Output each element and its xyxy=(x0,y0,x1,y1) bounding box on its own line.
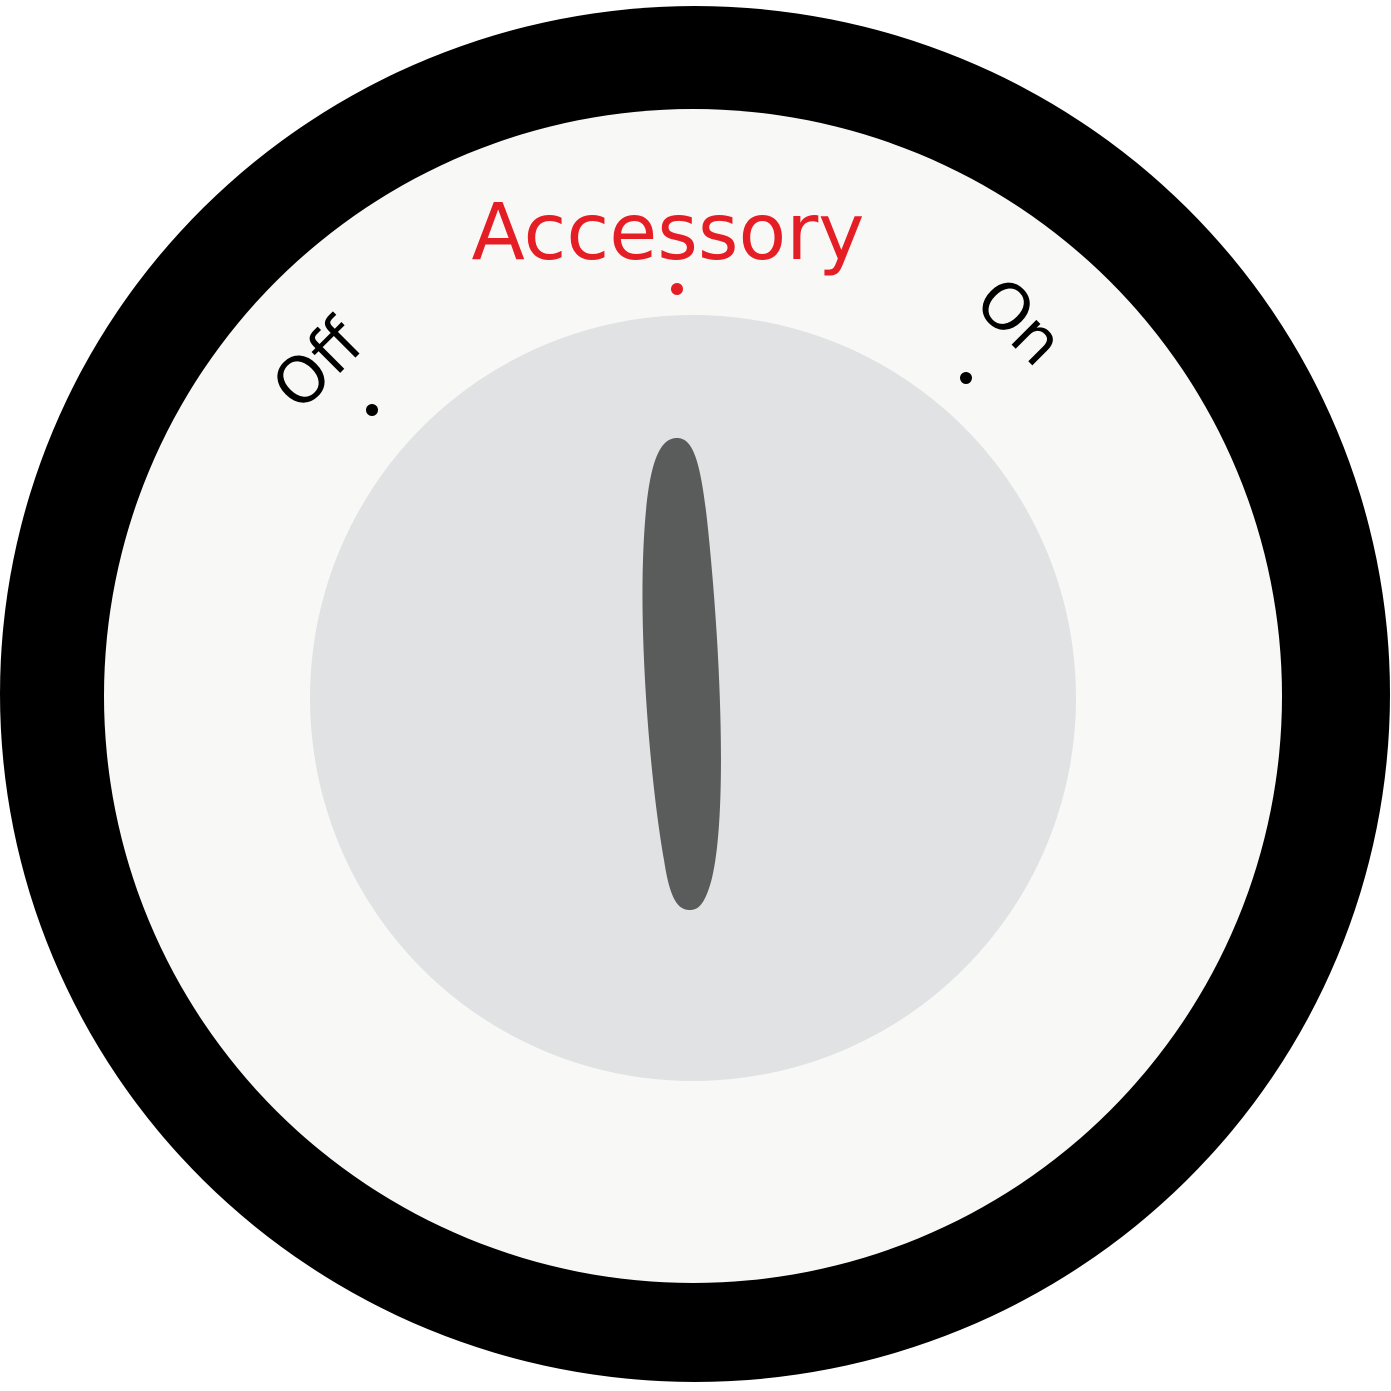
position-marker-on xyxy=(960,372,972,384)
position-marker-accessory xyxy=(671,283,683,295)
position-label-accessory[interactable]: Accessory xyxy=(472,188,865,278)
ignition-switch: Accessory Off On xyxy=(0,6,1390,1382)
position-marker-off xyxy=(366,404,378,416)
ignition-switch-illustration: Accessory Off On xyxy=(0,0,1391,1391)
